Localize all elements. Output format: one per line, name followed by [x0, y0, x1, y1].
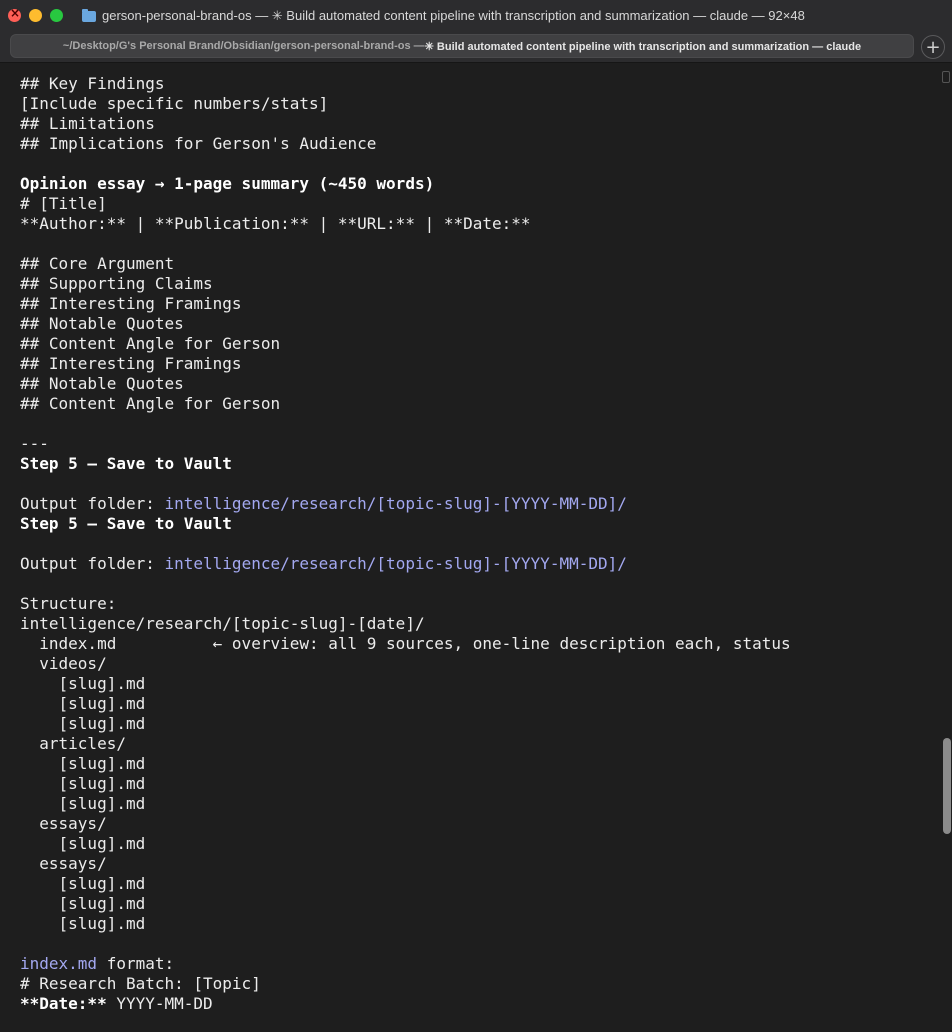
format-label: format: — [97, 954, 175, 973]
terminal-line: **Date:** YYYY-MM-DD — [20, 994, 791, 1014]
terminal-line: ## Interesting Framings — [20, 354, 242, 373]
terminal-line: [slug].md — [20, 834, 146, 853]
terminal-line: index.md ← overview: all 9 sources, one-… — [20, 634, 791, 653]
terminal-line: **Author:** | **Publication:** | **URL:*… — [20, 214, 531, 233]
terminal-line: ## Content Angle for Gerson — [20, 334, 281, 353]
plus-icon: + — [925, 36, 941, 58]
terminal-line: articles/ — [20, 734, 126, 753]
terminal-line: ## Supporting Claims — [20, 274, 213, 293]
terminal-line: essays/ — [20, 814, 107, 833]
terminal-line: [slug].md — [20, 674, 146, 693]
terminal-line: [slug].md — [20, 774, 146, 793]
tab-title: ✳ Build automated content pipeline with … — [424, 40, 862, 53]
terminal-line: # Research Batch: [Topic] — [20, 974, 261, 993]
terminal-line: [slug].md — [20, 914, 146, 933]
terminal-line: [slug].md — [20, 794, 146, 813]
terminal-line: Output folder: intelligence/research/[to… — [20, 494, 791, 514]
terminal-line: intelligence/research/[topic-slug]-[date… — [20, 614, 425, 633]
new-tab-button[interactable]: + — [921, 35, 945, 59]
terminal-line: ## Notable Quotes — [20, 314, 184, 333]
terminal-line: ## Core Argument — [20, 254, 175, 273]
terminal-line: ## Interesting Framings — [20, 294, 242, 313]
terminal-line: ## Key Findings — [20, 74, 165, 93]
terminal-line: [slug].md — [20, 714, 146, 733]
terminal-line: ## Limitations — [20, 114, 155, 133]
terminal-line-bold: Opinion essay → 1-page summary (~450 wor… — [20, 174, 435, 193]
terminal-line: [slug].md — [20, 694, 146, 713]
scrollbar-thumb[interactable] — [943, 738, 951, 834]
title-bar: gerson-personal-brand-os — ✳ Build autom… — [0, 0, 952, 32]
date-value: YYYY-MM-DD — [106, 994, 213, 1013]
terminal-line: videos/ — [20, 654, 107, 673]
terminal-line: [Include specific numbers/stats] — [20, 94, 329, 113]
date-label: **Date:** — [20, 994, 107, 1013]
scroll-marker-icon — [942, 71, 950, 83]
terminal-line: ## Implications for Gerson's Audience — [20, 134, 377, 153]
terminal-line: --- — [20, 434, 49, 453]
terminal-line: Output folder: intelligence/research/[to… — [20, 554, 791, 574]
minimize-button[interactable] — [29, 9, 42, 22]
terminal-line: index.md format: — [20, 954, 791, 974]
output-folder-label: Output folder: — [20, 554, 165, 573]
terminal-line: essays/ — [20, 854, 107, 873]
output-folder-path[interactable]: intelligence/research/[topic-slug]-[YYYY… — [165, 494, 627, 513]
terminal-line: # [Title] — [20, 194, 107, 213]
tab-active[interactable]: ~/Desktop/G's Personal Brand/Obsidian/ge… — [10, 34, 914, 58]
tab-bar: ~/Desktop/G's Personal Brand/Obsidian/ge… — [0, 32, 952, 63]
tab-directory: ~/Desktop/G's Personal Brand/Obsidian/ge… — [62, 40, 425, 52]
terminal-line-bold: Step 5 — Save to Vault — [20, 514, 232, 533]
terminal-line: ## Notable Quotes — [20, 374, 184, 393]
window-title-text: gerson-personal-brand-os — ✳ Build autom… — [102, 8, 805, 23]
terminal-line-bold: Step 5 — Save to Vault — [20, 454, 232, 473]
vertical-scrollbar[interactable] — [940, 63, 952, 1032]
terminal-window: gerson-personal-brand-os — ✳ Build autom… — [0, 0, 952, 1032]
terminal-line: ## Content Angle for Gerson — [20, 394, 281, 413]
terminal-line: [slug].md — [20, 894, 146, 913]
index-md-link[interactable]: index.md — [20, 954, 97, 973]
output-folder-path[interactable]: intelligence/research/[topic-slug]-[YYYY… — [165, 554, 627, 573]
close-button[interactable] — [8, 6, 21, 22]
terminal-line: Structure: — [20, 594, 117, 613]
terminal-line: [slug].md — [20, 874, 146, 893]
window-title: gerson-personal-brand-os — ✳ Build autom… — [82, 8, 942, 24]
terminal-lines: ## Key Findings [Include specific number… — [20, 74, 791, 1014]
output-folder-label: Output folder: — [20, 494, 165, 513]
window-controls — [8, 6, 63, 22]
zoom-button[interactable] — [50, 9, 63, 22]
folder-icon — [82, 8, 96, 22]
terminal-output[interactable]: ## Key Findings [Include specific number… — [0, 63, 940, 1032]
terminal-line: [slug].md — [20, 754, 146, 773]
